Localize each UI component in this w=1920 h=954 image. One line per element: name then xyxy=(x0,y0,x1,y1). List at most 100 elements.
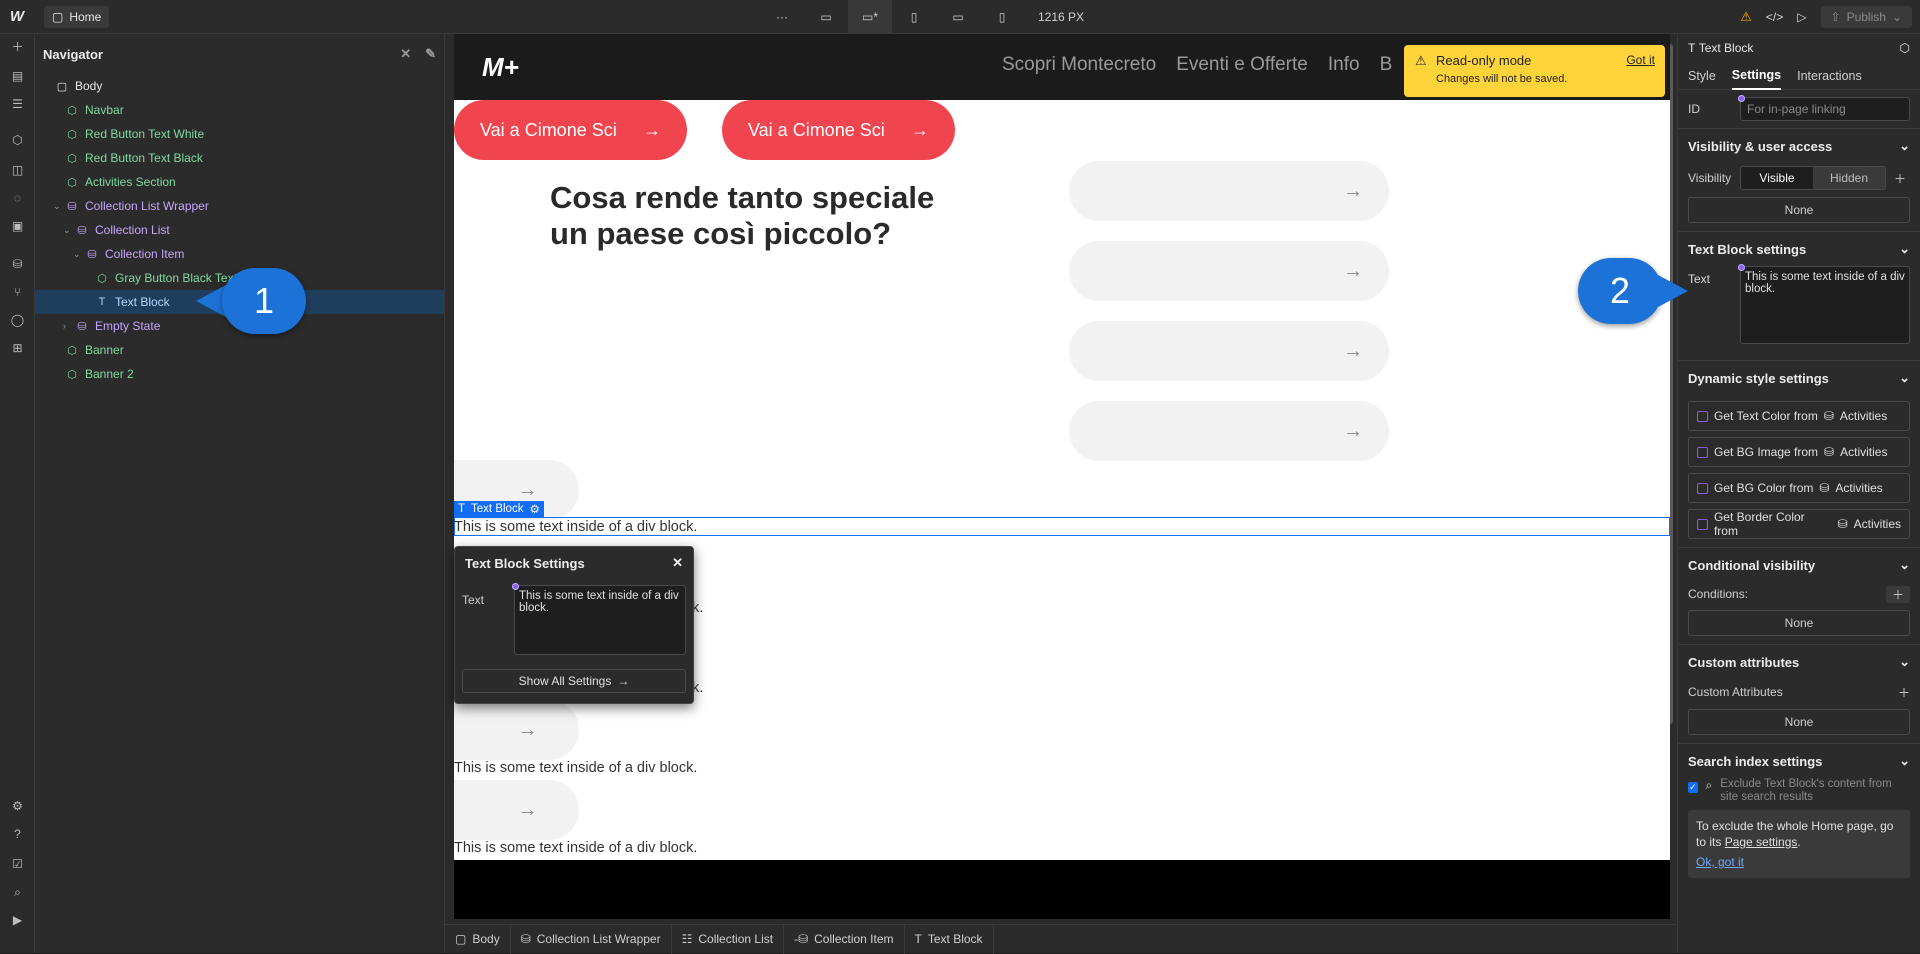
breadcrumb-item[interactable]: ☷ Collection List xyxy=(672,924,785,954)
breadcrumb-item[interactable]: -⛁ Collection Item xyxy=(784,924,905,954)
site-logo[interactable]: M+ xyxy=(482,52,519,83)
webflow-logo-icon[interactable]: W xyxy=(0,0,34,34)
close-icon[interactable]: ✕ xyxy=(672,555,683,571)
navigator-item[interactable]: ⬡ Red Button Text White xyxy=(35,122,444,146)
site-menu-item[interactable]: B xyxy=(1380,54,1393,76)
checkbox[interactable] xyxy=(1697,446,1708,458)
activity-pill[interactable]: → xyxy=(1069,241,1389,301)
breadcrumb-item[interactable]: ▢ Body xyxy=(445,924,511,954)
visible-option[interactable]: Visible xyxy=(1741,167,1813,189)
page-settings-link[interactable]: Page settings xyxy=(1725,835,1798,849)
red-button-text-black[interactable]: Vai a Cimone Sci → xyxy=(722,100,955,160)
site-menu-item[interactable]: Eventi e Offerte xyxy=(1176,54,1308,76)
pin-icon[interactable]: ✎ xyxy=(425,46,436,62)
navigator-item[interactable]: ⌄ ⛁ Collection List Wrapper xyxy=(35,194,444,218)
page-selector[interactable]: ▢ Home xyxy=(44,5,110,28)
red-button-text-white[interactable]: Vai a Cimone Sci → xyxy=(454,100,687,160)
checkbox[interactable] xyxy=(1697,410,1708,422)
caret-icon[interactable]: ⌄ xyxy=(53,201,63,212)
dynamic-style-item[interactable]: Get Text Color from ⛁ Activities xyxy=(1688,401,1910,431)
video-icon[interactable]: ▶ xyxy=(0,908,35,932)
logic-icon[interactable]: ⑂ xyxy=(0,280,35,304)
users-icon[interactable]: ◯ xyxy=(0,308,35,332)
caret-icon[interactable]: › xyxy=(63,321,73,331)
tab-settings[interactable]: Settings xyxy=(1731,62,1782,90)
popup-text-field[interactable]: This is some text inside of a div block. xyxy=(512,583,686,655)
audit-icon[interactable]: ☑ xyxy=(0,852,35,876)
apps-icon[interactable]: ⊞ xyxy=(0,336,35,360)
visibility-section-header[interactable]: Visibility & user access ⌄ xyxy=(1678,129,1920,163)
tablet-breakpoint-icon[interactable]: ▯ xyxy=(892,0,936,34)
code-icon[interactable]: </> xyxy=(1766,10,1783,24)
navigator-item[interactable]: ⬡ Banner xyxy=(35,338,444,362)
dynamic-style-item[interactable]: Get BG Image from ⛁ Activities xyxy=(1688,437,1910,467)
search-index-header[interactable]: Search index settings ⌄ xyxy=(1678,744,1920,778)
visibility-none[interactable]: None xyxy=(1688,197,1910,223)
add-icon[interactable]: ＋ xyxy=(1894,170,1906,187)
base-breakpoint-icon[interactable]: ▭* xyxy=(848,0,892,34)
help-icon[interactable]: ? xyxy=(0,822,35,846)
dynamic-style-item[interactable]: Get Border Color from ⛁ Activities xyxy=(1688,509,1910,539)
navigator-item[interactable]: ⬡ Activities Section xyxy=(35,170,444,194)
search-icon[interactable]: ⌕ xyxy=(0,880,35,904)
gray-button-black-text[interactable]: → xyxy=(454,780,579,840)
activity-pill[interactable]: → xyxy=(1069,161,1389,221)
got-it-link[interactable]: Got it xyxy=(1626,53,1655,67)
checkbox[interactable] xyxy=(1697,482,1708,494)
binding-dot-icon[interactable] xyxy=(512,583,519,590)
cms-icon[interactable]: ⛁ xyxy=(0,252,35,276)
publish-button[interactable]: ⇧ Publish ⌄ xyxy=(1820,6,1912,28)
conditions-none[interactable]: None xyxy=(1688,610,1910,636)
dynamic-style-header[interactable]: Dynamic style settings ⌄ xyxy=(1678,361,1920,395)
tab-interactions[interactable]: Interactions xyxy=(1797,62,1862,90)
add-condition-icon[interactable]: ＋ xyxy=(1885,585,1910,603)
mobile-landscape-icon[interactable]: ▭ xyxy=(936,0,980,34)
variables-icon[interactable]: ◫ xyxy=(0,158,35,182)
navigator-item[interactable]: ▢ Body xyxy=(35,74,444,98)
hidden-option[interactable]: Hidden xyxy=(1813,167,1885,189)
assets-icon[interactable]: ▣ xyxy=(0,214,35,238)
activity-pill[interactable]: → xyxy=(1069,401,1389,461)
caret-icon[interactable]: ⌄ xyxy=(63,225,73,236)
desktop-breakpoint-icon[interactable]: ▭ xyxy=(804,0,848,34)
selected-element-label[interactable]: T Text Block ⚙ xyxy=(454,501,544,517)
tab-style[interactable]: Style xyxy=(1688,62,1716,90)
breadcrumb-item[interactable]: T Text Block xyxy=(905,924,994,954)
dynamic-style-item[interactable]: Get BG Color from ⛁ Activities xyxy=(1688,473,1910,503)
navigator-item[interactable]: ⬡ Banner 2 xyxy=(35,362,444,386)
caret-icon[interactable]: ⌄ xyxy=(73,249,83,260)
breadcrumb-item[interactable]: ⛁ Collection List Wrapper xyxy=(511,924,672,954)
navigator-item[interactable]: ⌄ ⛁ Collection List xyxy=(35,218,444,242)
preview-play-icon[interactable]: ▷ xyxy=(1797,10,1806,24)
ok-got-it-link[interactable]: Ok, got it xyxy=(1696,854,1902,870)
collection-item-text[interactable]: This is some text inside of a div block. xyxy=(454,760,697,776)
gear-icon[interactable]: ⚙ xyxy=(529,502,539,516)
conditional-visibility-header[interactable]: Conditional visibility ⌄ xyxy=(1678,548,1920,582)
add-icon[interactable]: ＋ xyxy=(0,34,35,58)
pages-icon[interactable]: ▤ xyxy=(0,64,35,88)
collection-item-text[interactable]: This is some text inside of a div block. xyxy=(454,519,697,535)
add-icon[interactable]: ＋ xyxy=(1898,684,1910,701)
styles-icon[interactable]: ◌ xyxy=(0,186,35,210)
settings-icon[interactable]: ⚙ xyxy=(0,794,35,818)
custom-attributes-header[interactable]: Custom attributes ⌄ xyxy=(1678,645,1920,679)
more-icon[interactable]: ··· xyxy=(760,0,804,34)
show-all-settings-button[interactable]: Show All Settings → xyxy=(462,669,686,693)
id-input[interactable]: For in-page linking xyxy=(1738,95,1910,121)
collection-item-text[interactable]: This is some text inside of a div block. xyxy=(454,840,697,856)
navigator-item[interactable]: ⌄ ⛁ Collection Item xyxy=(35,242,444,266)
mobile-portrait-icon[interactable]: ▯ xyxy=(980,0,1024,34)
text-block-settings-header[interactable]: Text Block settings ⌄ xyxy=(1678,232,1920,266)
components-icon[interactable]: ⬡ xyxy=(0,128,35,152)
gray-button-black-text[interactable]: → xyxy=(454,700,579,760)
cube-icon[interactable]: ⬡ xyxy=(1900,41,1910,55)
navigator-item[interactable]: ⬡ Red Button Text Black xyxy=(35,146,444,170)
binding-dot-icon[interactable] xyxy=(1738,264,1745,271)
custom-attributes-none[interactable]: None xyxy=(1688,709,1910,735)
warning-icon[interactable]: ⚠ xyxy=(1740,9,1752,25)
collapse-icon[interactable]: ✕ xyxy=(400,46,411,62)
navigator-icon[interactable]: ☰ xyxy=(0,92,35,116)
text-field[interactable]: This is some text inside of a div block. xyxy=(1738,264,1910,344)
binding-dot-icon[interactable] xyxy=(1738,95,1745,102)
site-menu-item[interactable]: Info xyxy=(1328,54,1360,76)
